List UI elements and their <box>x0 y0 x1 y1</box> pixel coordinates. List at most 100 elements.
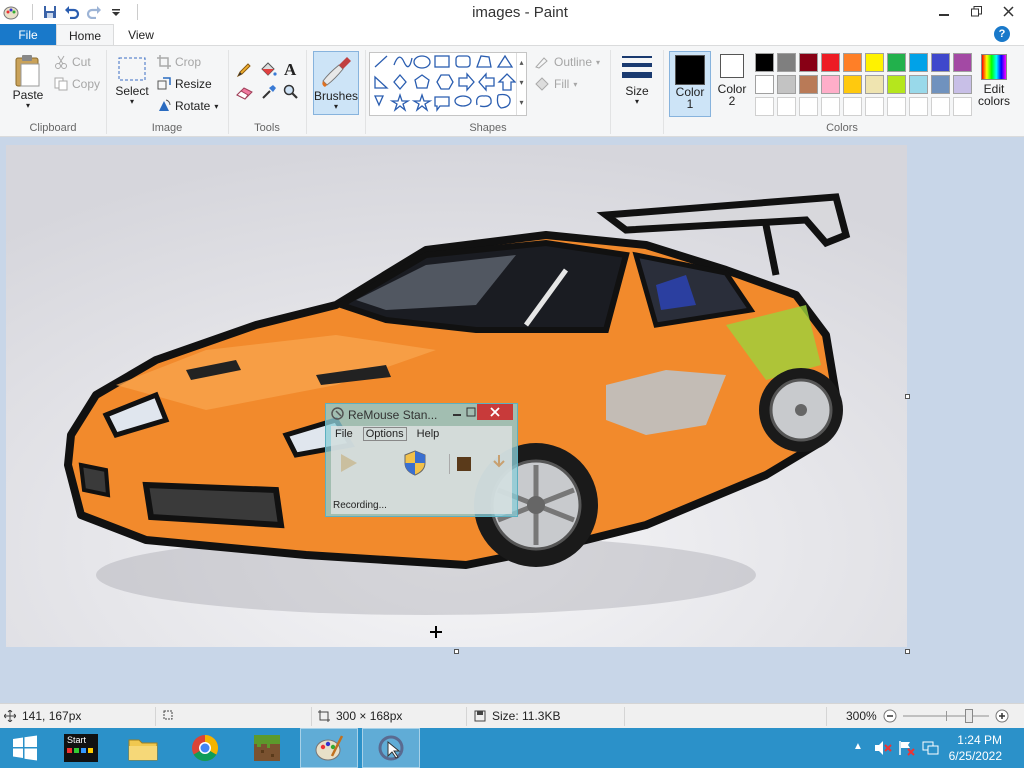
palette-swatch[interactable] <box>865 75 884 94</box>
network-icon[interactable] <box>922 740 940 759</box>
palette-swatch-empty[interactable] <box>755 97 774 116</box>
shape-fill-icon <box>535 77 549 91</box>
palette-swatch[interactable] <box>909 53 928 72</box>
remouse-menu-options[interactable]: Options <box>362 427 407 441</box>
zoom-out-icon[interactable] <box>883 709 897 723</box>
canvas-resize-handle-right[interactable] <box>905 394 910 399</box>
crop-button[interactable]: Crop <box>157 55 201 69</box>
brushes-button[interactable]: Brushes ▾ <box>313 51 359 115</box>
palette-swatch[interactable] <box>909 75 928 94</box>
fill-button[interactable]: Fill ▾ <box>534 77 577 91</box>
show-hidden-icons-icon[interactable]: ▲ <box>853 741 863 752</box>
palette-swatch-empty[interactable] <box>843 97 862 116</box>
palette-swatch[interactable] <box>755 75 774 94</box>
paste-button[interactable]: Paste ▾ <box>8 54 48 110</box>
palette-swatch[interactable] <box>755 53 774 72</box>
crop-label: Crop <box>175 55 202 69</box>
move-icon <box>4 710 16 722</box>
minimize-icon[interactable] <box>928 0 960 22</box>
paste-label: Paste <box>12 88 44 102</box>
palette-swatch-empty[interactable] <box>865 97 884 116</box>
palette-swatch[interactable] <box>777 53 796 72</box>
palette-swatch-empty[interactable] <box>953 97 972 116</box>
close-icon[interactable] <box>992 0 1024 22</box>
action-center-alert-icon[interactable] <box>898 740 916 759</box>
remouse-window[interactable]: ReMouse Stan... File Options Help Record… <box>325 403 518 517</box>
palette-swatch[interactable] <box>821 53 840 72</box>
play-icon[interactable] <box>337 452 361 477</box>
system-clock[interactable]: 1:24 PM 6/25/2022 <box>949 732 1002 764</box>
palette-swatch[interactable] <box>799 75 818 94</box>
palette-swatch[interactable] <box>887 53 906 72</box>
magnifier-icon[interactable] <box>283 84 299 103</box>
minecraft-taskbar-button[interactable] <box>238 728 296 768</box>
palette-swatch-empty[interactable] <box>931 97 950 116</box>
drawing-canvas[interactable] <box>6 145 907 647</box>
color-picker-icon[interactable] <box>261 84 277 103</box>
palette-swatch[interactable] <box>843 53 862 72</box>
cut-button[interactable]: Cut <box>54 55 91 69</box>
canvas-resize-handle-corner[interactable] <box>905 649 910 654</box>
zoom-slider[interactable] <box>902 709 989 723</box>
color2-button[interactable]: Color 2 <box>714 54 750 107</box>
palette-swatch[interactable] <box>931 53 950 72</box>
zoom-slider-thumb[interactable] <box>964 709 973 723</box>
clipboard-group-label: Clipboard <box>29 122 77 134</box>
palette-swatch[interactable] <box>887 75 906 94</box>
remouse-menubar: File Options Help <box>335 427 440 441</box>
rotate-button[interactable]: Rotate ▾ <box>157 99 218 113</box>
remouse-close-button[interactable] <box>477 404 513 420</box>
resize-button[interactable]: Resize <box>157 77 212 91</box>
outline-label: Outline <box>554 55 593 69</box>
stop-icon[interactable] <box>449 454 477 474</box>
palette-swatch[interactable] <box>953 75 972 94</box>
size-button[interactable]: Size ▾ <box>617 54 657 106</box>
fill-bucket-icon[interactable] <box>259 62 277 81</box>
palette-swatch-empty[interactable] <box>777 97 796 116</box>
outline-button[interactable]: Outline ▾ <box>534 55 600 69</box>
palette-swatch-empty[interactable] <box>909 97 928 116</box>
resize-label: Resize <box>175 77 212 91</box>
remouse-taskbar-button[interactable] <box>362 728 420 768</box>
tab-view[interactable]: View <box>114 24 168 46</box>
palette-swatch[interactable] <box>865 53 884 72</box>
record-icon[interactable] <box>491 454 507 475</box>
color1-button[interactable]: Color 1 <box>669 51 711 117</box>
select-button[interactable]: Select ▾ <box>114 56 150 106</box>
start-menu-app[interactable]: Start <box>52 728 110 768</box>
palette-swatch-empty[interactable] <box>821 97 840 116</box>
palette-swatch[interactable] <box>953 53 972 72</box>
palette-swatch[interactable] <box>799 53 818 72</box>
volume-muted-icon[interactable] <box>874 740 892 759</box>
text-tool-icon[interactable]: A <box>284 60 296 80</box>
palette-swatch-empty[interactable] <box>887 97 906 116</box>
palette-swatch-empty[interactable] <box>799 97 818 116</box>
palette-swatch[interactable] <box>843 75 862 94</box>
remouse-menu-help[interactable]: Help <box>417 428 440 441</box>
paint-taskbar-button[interactable] <box>300 728 358 768</box>
palette-swatch[interactable] <box>777 75 796 94</box>
windows-start-button[interactable] <box>0 728 50 768</box>
title-bar: images - Paint <box>0 0 1024 24</box>
shield-icon[interactable] <box>403 450 427 479</box>
tab-file[interactable]: File <box>0 24 56 46</box>
help-icon[interactable]: ? <box>994 26 1010 42</box>
pencil-icon[interactable] <box>236 62 252 81</box>
palette-swatch[interactable] <box>821 75 840 94</box>
shapes-gallery[interactable]: ▴ ▾ ▾ <box>369 52 527 116</box>
remouse-maximize-icon[interactable] <box>465 406 477 418</box>
canvas-resize-handle-bottom[interactable] <box>454 649 459 654</box>
remouse-menu-file[interactable]: File <box>335 428 353 441</box>
chrome-taskbar-button[interactable] <box>176 728 234 768</box>
file-explorer-taskbar-button[interactable] <box>114 728 172 768</box>
tab-home[interactable]: Home <box>56 24 114 46</box>
zoom-in-icon[interactable] <box>995 709 1009 723</box>
edit-colors-button[interactable]: Edit colors <box>976 54 1012 107</box>
palette-swatch[interactable] <box>931 75 950 94</box>
color2-swatch <box>720 54 744 78</box>
remouse-minimize-icon[interactable] <box>449 406 465 418</box>
grass-block-icon <box>254 735 280 761</box>
eraser-icon[interactable] <box>236 86 254 103</box>
restore-icon[interactable] <box>960 0 992 22</box>
copy-button[interactable]: Copy <box>54 77 100 91</box>
